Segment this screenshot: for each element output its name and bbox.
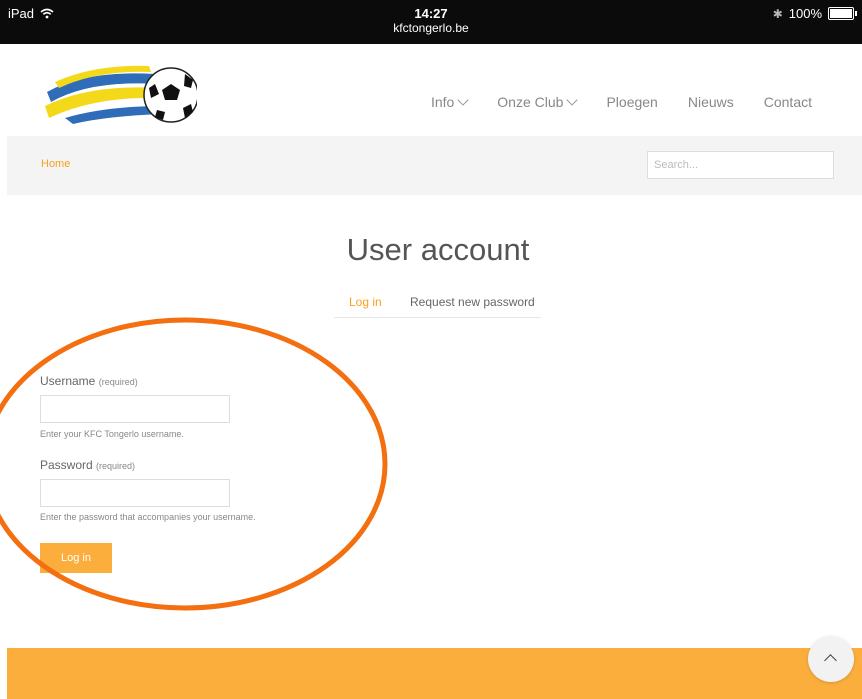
nav-item-label: Nieuws	[687, 94, 734, 110]
required-marker: (required)	[98, 377, 138, 387]
chevron-down-icon	[566, 94, 579, 106]
username-field[interactable]	[40, 395, 230, 423]
breadcrumb-home-link[interactable]: Home	[41, 158, 70, 170]
battery-percent: 100%	[788, 6, 822, 21]
back-to-top-button[interactable]	[808, 636, 854, 682]
club-logo[interactable]	[45, 62, 197, 124]
main-nav: Info Onze Club Ploegen Nieuws Contact	[431, 94, 812, 110]
nav-item-onze-club[interactable]: Onze Club	[497, 94, 579, 110]
footer-band	[7, 648, 862, 699]
breadcrumb-bar: Home	[7, 136, 862, 195]
username-label: Username (required)	[40, 374, 138, 388]
nav-item-label: Onze Club	[497, 94, 564, 110]
nav-item-ploegen[interactable]: Ploegen	[606, 94, 657, 110]
password-label: Password (required)	[40, 458, 135, 472]
password-hint: Enter the password that accompanies your…	[40, 512, 256, 522]
status-center: 14:27 kfctongerlo.be	[0, 6, 862, 36]
password-label-text: Password	[40, 458, 93, 472]
nav-item-nieuws[interactable]: Nieuws	[688, 94, 734, 110]
log-in-button[interactable]: Log in	[40, 543, 112, 573]
status-right: ✱ 100%	[772, 6, 857, 21]
ios-status-bar: iPad 14:27 kfctongerlo.be ✱ 100%	[0, 0, 862, 44]
chevron-down-icon	[457, 94, 469, 106]
nav-item-contact[interactable]: Contact	[764, 94, 812, 110]
nav-item-label: Contact	[763, 94, 812, 110]
username-hint: Enter your KFC Tongerlo username.	[40, 429, 184, 439]
search-input[interactable]	[647, 151, 834, 179]
username-label-text: Username	[40, 374, 96, 388]
battery-icon	[828, 7, 857, 20]
chevron-up-icon	[824, 654, 837, 667]
tab-log-in[interactable]: Log in	[349, 295, 382, 309]
bluetooth-icon: ✱	[772, 6, 783, 21]
page-title: User account	[346, 232, 530, 267]
nav-item-label: Info	[430, 94, 455, 110]
nav-item-info[interactable]: Info	[430, 94, 469, 110]
status-url: kfctongerlo.be	[393, 21, 469, 35]
status-time: 14:27	[414, 6, 448, 21]
password-field[interactable]	[40, 479, 230, 507]
account-tabs: Log in Request new password	[334, 293, 541, 318]
nav-item-label: Ploegen	[606, 94, 658, 110]
tab-request-new-password[interactable]: Request new password	[410, 295, 535, 309]
required-marker: (required)	[96, 461, 136, 471]
site-header: Info Onze Club Ploegen Nieuws Contact	[7, 44, 862, 136]
